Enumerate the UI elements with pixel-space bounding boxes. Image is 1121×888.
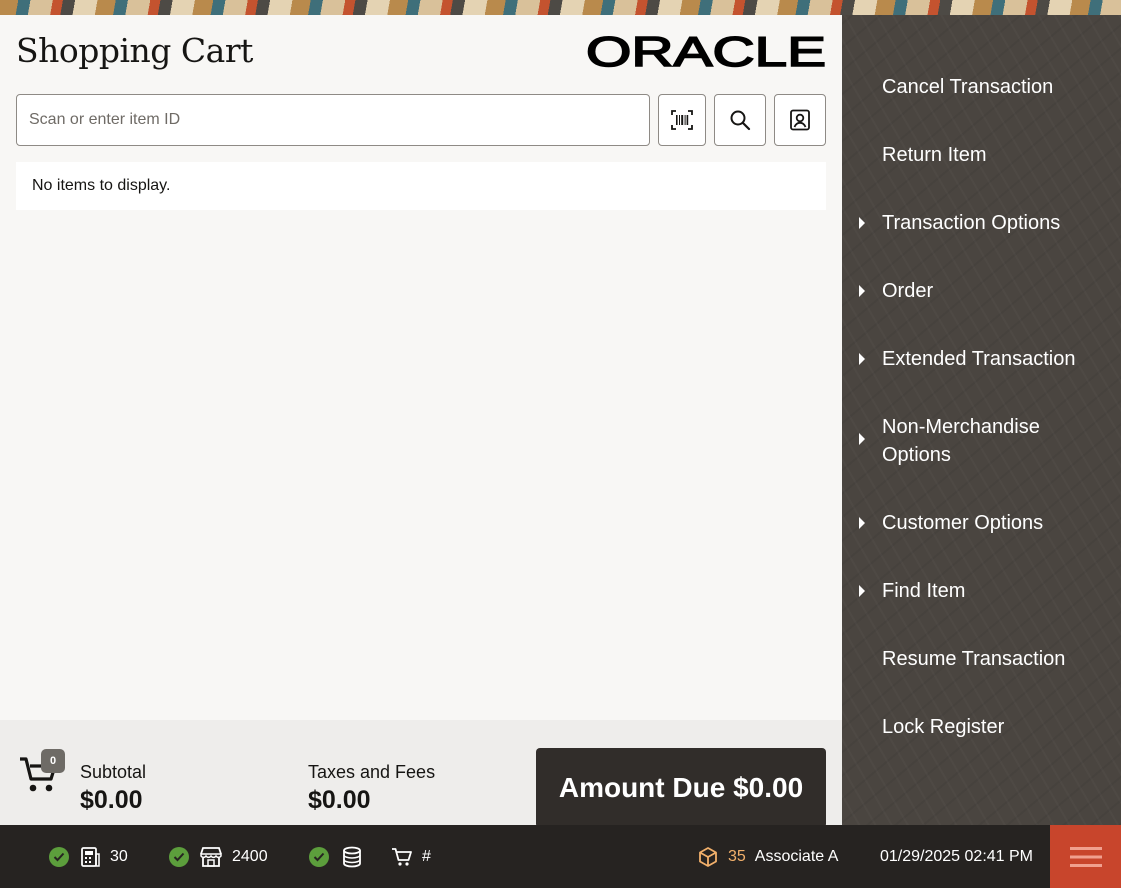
register-icon (81, 846, 100, 867)
taxes-label: Taxes and Fees (308, 762, 436, 782)
hamburger-menu-icon (1069, 846, 1102, 867)
taxes-value: $0.00 (308, 786, 371, 814)
menu-item-label: Resume Transaction (882, 648, 1066, 670)
database-icon (343, 846, 361, 867)
associate-name: Associate A (754, 847, 839, 865)
action-sidebar: Cancel Transaction Return Item Transacti… (842, 15, 1121, 825)
top-banner (0, 0, 1121, 15)
search-icon (730, 110, 751, 131)
chevron-right-icon (859, 517, 865, 529)
datetime-text: 01/29/2025 02:41 PM (880, 847, 1034, 865)
item-search-input[interactable] (16, 94, 650, 146)
amount-due-button[interactable]: Amount Due $0.00 (536, 748, 826, 828)
oracle-logo: ORACLE (586, 33, 826, 71)
associate-id: 35 (728, 847, 746, 865)
chevron-right-icon (859, 353, 865, 365)
database-status[interactable] (309, 825, 363, 888)
check-icon (309, 846, 329, 867)
box-icon (699, 846, 717, 867)
barcode-scan-icon (671, 110, 693, 130)
menu-item-label: Return Item (882, 144, 987, 166)
customer-lookup-icon (790, 109, 810, 131)
store-icon (200, 846, 222, 867)
chevron-right-icon (859, 433, 865, 445)
chevron-right-icon (859, 217, 865, 229)
check-icon (49, 846, 69, 867)
cart-empty-message: No items to display. (16, 162, 826, 210)
barcode-scan-button[interactable] (658, 94, 706, 146)
search-button[interactable] (714, 94, 766, 146)
menu-item-label: Order (882, 280, 934, 302)
register-status[interactable]: 30 (49, 825, 128, 888)
menu-item-label: Non-Merchandise Options (882, 416, 1040, 466)
status-bar: 30 2400 # 35 Associate A 01/29/2025 02:4… (0, 825, 1121, 888)
transaction-status[interactable]: # (391, 825, 431, 888)
customer-lookup-button[interactable] (774, 94, 826, 146)
associate-status[interactable]: 35 Associate A (697, 825, 838, 888)
svg-text:ORACLE: ORACLE (586, 33, 826, 71)
subtotal-label: Subtotal (80, 762, 147, 782)
menu-item-label: Extended Transaction (882, 348, 1076, 370)
store-number: 2400 (232, 847, 268, 865)
subtotal-value: $0.00 (80, 786, 143, 814)
main-panel: Shopping Cart ORACLE No items to display… (0, 15, 842, 828)
datetime-display: 01/29/2025 02:41 PM (880, 825, 1033, 888)
cart-totals-bar: 0 Subtotal $0.00 Taxes and Fees $0.00 Am… (0, 720, 842, 828)
menu-item-label: Cancel Transaction (882, 76, 1054, 98)
register-number: 30 (110, 847, 128, 865)
transaction-number: # (422, 847, 431, 865)
menu-item-label: Transaction Options (882, 212, 1061, 234)
cart-small-icon (392, 847, 412, 866)
chevron-right-icon (859, 585, 865, 597)
page-title: Shopping Cart (16, 31, 253, 70)
menu-item-label: Lock Register (882, 716, 1005, 738)
store-status[interactable]: 2400 (169, 825, 268, 888)
main-menu-button[interactable] (1050, 825, 1121, 888)
cart-item-count-badge: 0 (41, 749, 65, 773)
chevron-right-icon (859, 285, 865, 297)
check-icon (169, 846, 189, 867)
menu-item-label: Customer Options (882, 512, 1044, 534)
menu-item-label: Find Item (882, 580, 966, 602)
